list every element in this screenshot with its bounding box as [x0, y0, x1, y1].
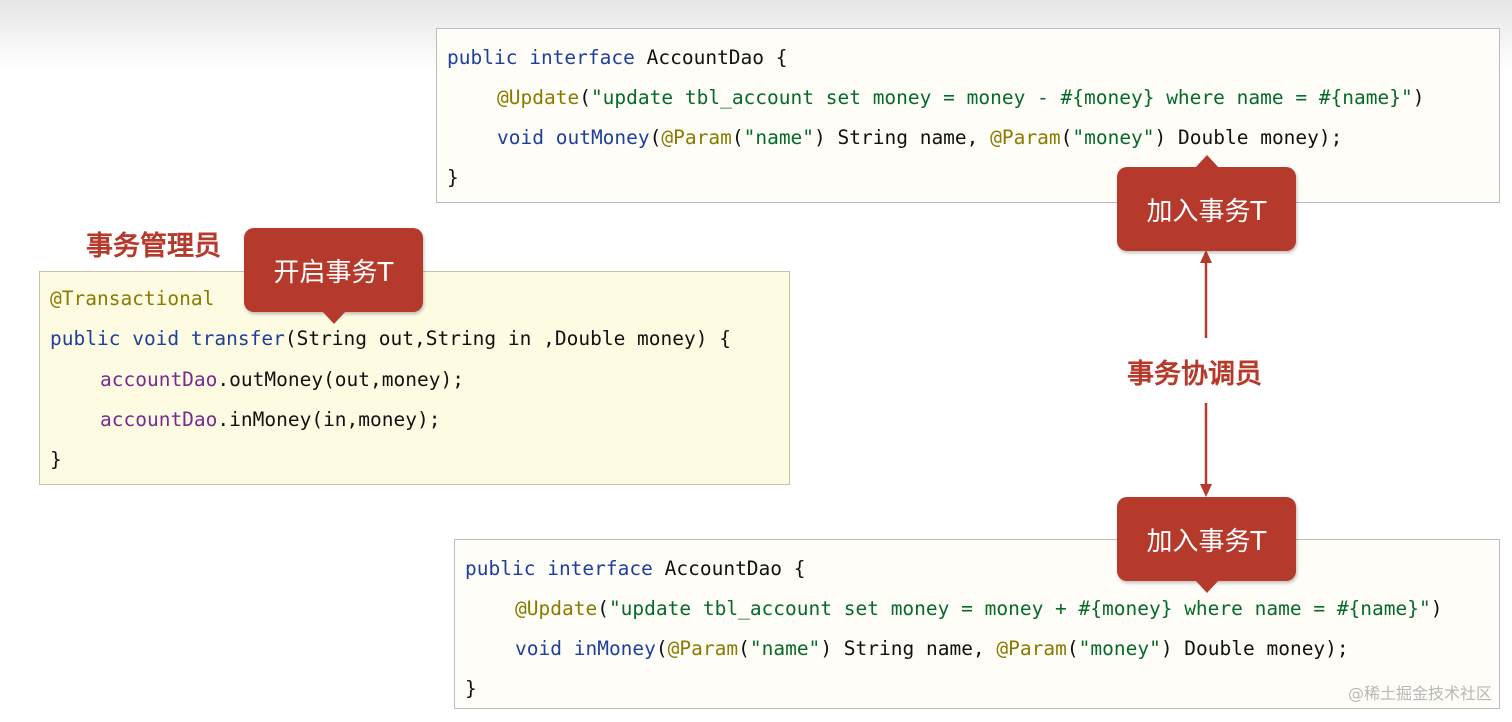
join-transaction-bubble-bottom: 加入事务T [1117, 497, 1296, 593]
arrow-down-head [1200, 484, 1212, 497]
watermark: @稀土掘金技术社区 [1347, 684, 1492, 703]
join-transaction-bubble-top: 加入事务T [1117, 155, 1296, 251]
start-transaction-bubble: 开启事务T [244, 228, 423, 324]
coordinator-arrows [1200, 250, 1212, 497]
coordinator-label: 事务协调员 [1127, 359, 1262, 390]
arrow-up-head [1200, 250, 1212, 263]
